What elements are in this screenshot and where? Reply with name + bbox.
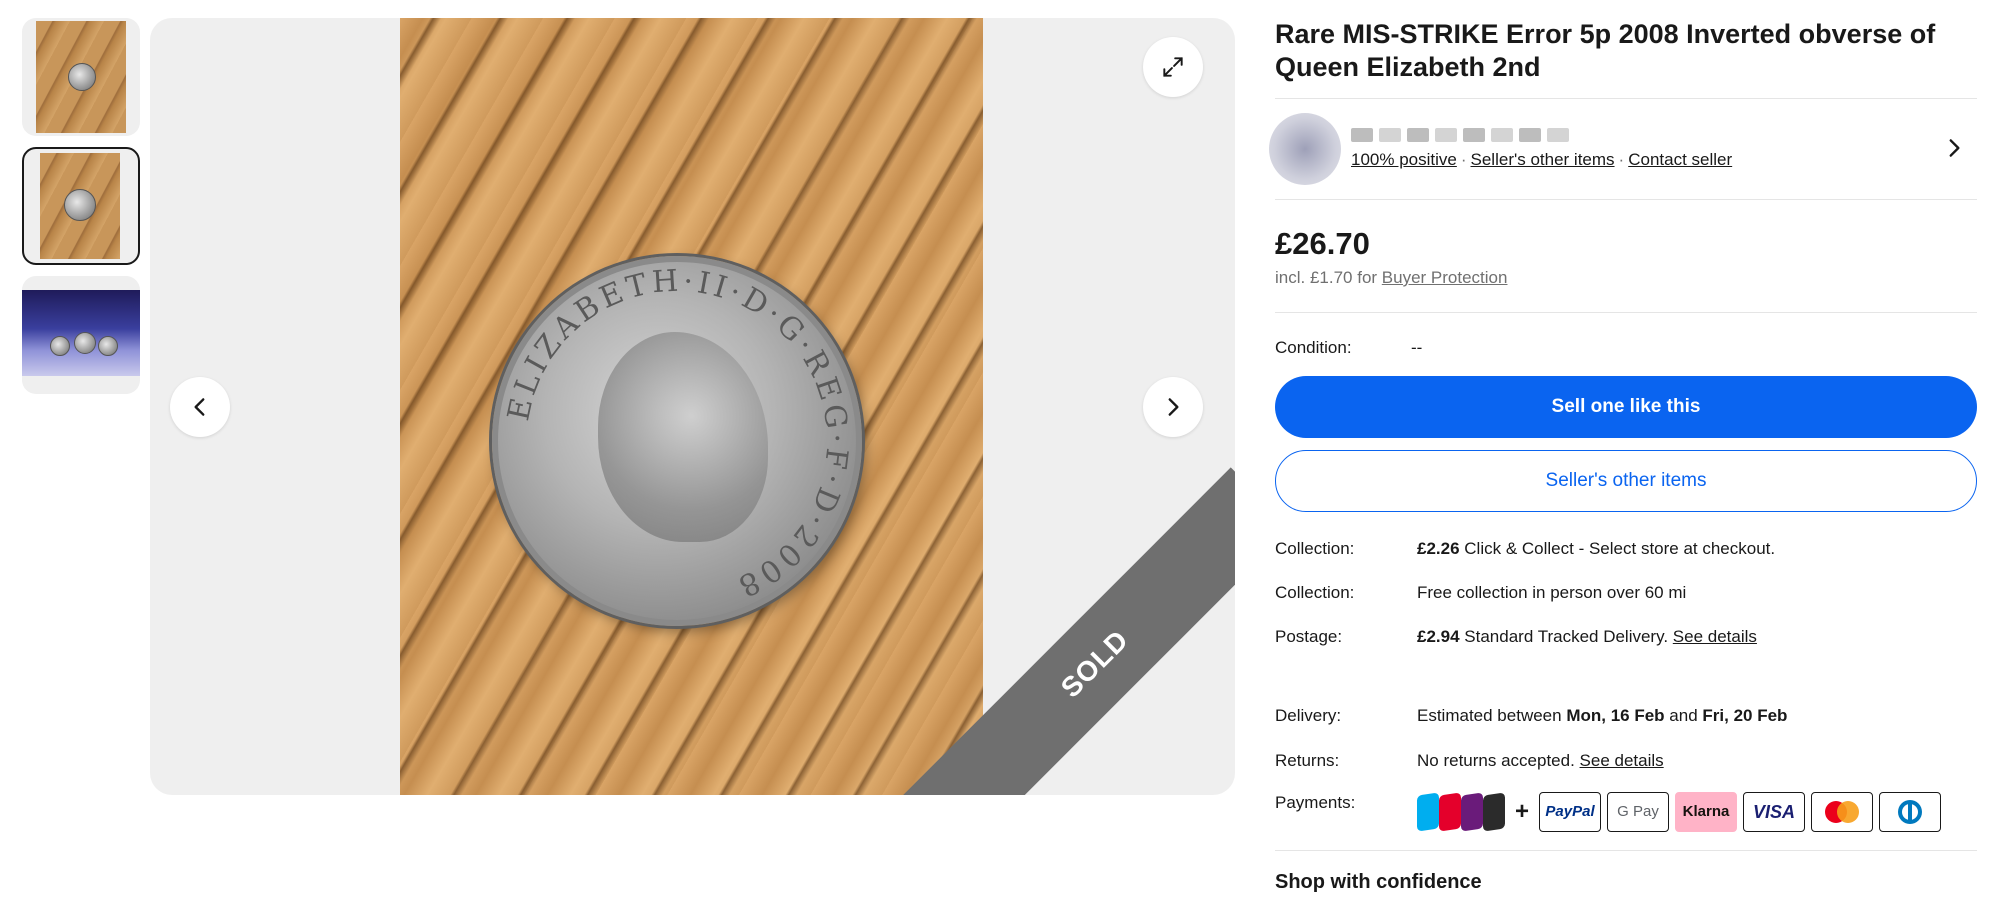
buyer-protection-link[interactable]: Buyer Protection (1382, 268, 1508, 287)
chevron-right-icon (1168, 398, 1179, 416)
returns-see-details-link[interactable]: See details (1580, 751, 1664, 770)
coin-legend-text: ELIZABETH·II·D·G·REG·F·D·2008 (501, 263, 850, 605)
google-pay-icon: G Pay (1607, 792, 1670, 832)
postage-label: Postage: (1275, 627, 1343, 646)
main-photo: ELIZABETH·II·D·G·REG·F·D·2008 (400, 18, 983, 795)
returns-text: No returns accepted. (1417, 751, 1575, 770)
collection-row-1: Collection: £2.26 Click & Collect - Sele… (1275, 538, 1977, 560)
postage-see-details-link[interactable]: See details (1673, 627, 1757, 646)
bank-icon-1 (1417, 792, 1439, 832)
svg-text:ELIZABETH·II·D·G·REG·F·D·2008: ELIZABETH·II·D·G·REG·F·D·2008 (501, 263, 854, 605)
thumbnail-3-image (22, 290, 140, 376)
thumbnail-1[interactable] (22, 18, 140, 136)
collection-label: Collection: (1275, 583, 1355, 602)
seller-feedback-link[interactable]: 100% positive (1351, 150, 1457, 169)
condition-value: -- (1411, 338, 1423, 357)
delivery-label: Delivery: (1275, 706, 1342, 725)
sold-label: SOLD (1054, 623, 1135, 704)
main-image-panel: ELIZABETH·II·D·G·REG·F·D·2008 SOLD (150, 18, 1235, 795)
sellers-other-items-button[interactable]: Seller's other items (1275, 450, 1977, 512)
bank-icon-2 (1439, 792, 1461, 832)
collection-label: Collection: (1275, 539, 1355, 558)
postage-text: Standard Tracked Delivery. (1464, 627, 1669, 646)
delivery-prefix: Estimated between (1417, 706, 1562, 725)
price-block: £26.70 incl. £1.70 for Buyer Protection (1275, 200, 1977, 312)
payments-row: Payments: + PayPal G Pay Klarna VISA (1275, 792, 1977, 832)
postage-price: £2.94 (1417, 627, 1460, 646)
delivery-value: Estimated between Mon, 16 Feb and Fri, 2… (1417, 705, 1787, 727)
condition-row: Condition: -- (1275, 337, 1977, 359)
thumbnail-strip (22, 18, 140, 405)
divider (1275, 850, 1977, 851)
sell-one-like-this-button[interactable]: Sell one like this (1275, 376, 1977, 438)
chevron-left-icon (194, 398, 205, 416)
expand-button[interactable] (1143, 37, 1203, 97)
mastercard-icon (1811, 792, 1874, 832)
thumbnail-3[interactable] (22, 276, 140, 394)
coin-image: ELIZABETH·II·D·G·REG·F·D·2008 (492, 256, 862, 626)
klarna-icon: Klarna (1675, 792, 1738, 832)
collection-text: Click & Collect - Select store at checko… (1464, 539, 1776, 558)
postage-value: £2.94 Standard Tracked Delivery. See det… (1417, 626, 1757, 648)
bank-icon-3 (1461, 792, 1483, 832)
coin-legend: ELIZABETH·II·D·G·REG·F·D·2008 (501, 263, 854, 605)
visa-icon: VISA (1743, 792, 1806, 832)
seller-info: 100% positive · Seller's other items · Conta… (1351, 128, 1732, 170)
bank-icon-4 (1483, 792, 1505, 832)
chevron-right-icon[interactable] (1941, 135, 1967, 161)
delivery-to: Fri, 20 Feb (1702, 706, 1788, 725)
next-image-button[interactable] (1143, 377, 1203, 437)
previous-image-button[interactable] (170, 377, 230, 437)
thumbnail-2[interactable] (22, 147, 140, 265)
delivery-and: and (1669, 706, 1698, 725)
contact-seller-link[interactable]: Contact seller (1628, 150, 1732, 169)
diners-club-icon (1879, 792, 1942, 832)
expand-icon (1163, 57, 1183, 77)
collection-row-2: Collection: Free collection in person ov… (1275, 582, 1977, 604)
divider (1275, 312, 1977, 313)
postage-row: Postage: £2.94 Standard Tracked Delivery… (1275, 626, 1977, 648)
item-price: £26.70 (1275, 226, 1370, 261)
seller-name-blurred (1351, 128, 1732, 142)
payments-label: Payments: (1275, 793, 1356, 812)
thumbnail-1-image (36, 21, 126, 133)
seller-links: 100% positive · Seller's other items · Conta… (1351, 150, 1733, 169)
payment-methods: + PayPal G Pay Klarna VISA (1417, 792, 1942, 832)
seller-card[interactable]: 100% positive · Seller's other items · Conta… (1269, 99, 1977, 199)
shop-with-confidence-heading: Shop with confidence (1275, 871, 1482, 893)
collection-value: £2.26 Click & Collect - Select store at … (1417, 538, 1775, 560)
returns-label: Returns: (1275, 751, 1340, 770)
seller-other-items-link[interactable]: Seller's other items (1471, 150, 1615, 169)
price-includes-text: incl. £1.70 for (1275, 268, 1378, 287)
collection-value: Free collection in person over 60 mi (1417, 583, 1687, 602)
paypal-icon: PayPal (1539, 792, 1602, 832)
item-title: Rare MIS-STRIKE Error 5p 2008 Inverted o… (1275, 19, 1936, 82)
plus-icon: + (1515, 798, 1530, 825)
item-details-column: Rare MIS-STRIKE Error 5p 2008 Inverted o… (1269, 18, 1977, 894)
condition-label: Condition: (1275, 338, 1352, 357)
returns-value: No returns accepted. See details (1417, 750, 1664, 772)
delivery-row: Delivery: Estimated between Mon, 16 Feb … (1275, 705, 1977, 727)
price-includes: incl. £1.70 for Buyer Protection (1275, 268, 1977, 288)
thumbnail-2-image (40, 153, 120, 259)
collection-price: £2.26 (1417, 539, 1460, 558)
returns-row: Returns: No returns accepted. See detail… (1275, 750, 1977, 772)
seller-avatar (1269, 113, 1341, 185)
delivery-from: Mon, 16 Feb (1566, 706, 1665, 725)
